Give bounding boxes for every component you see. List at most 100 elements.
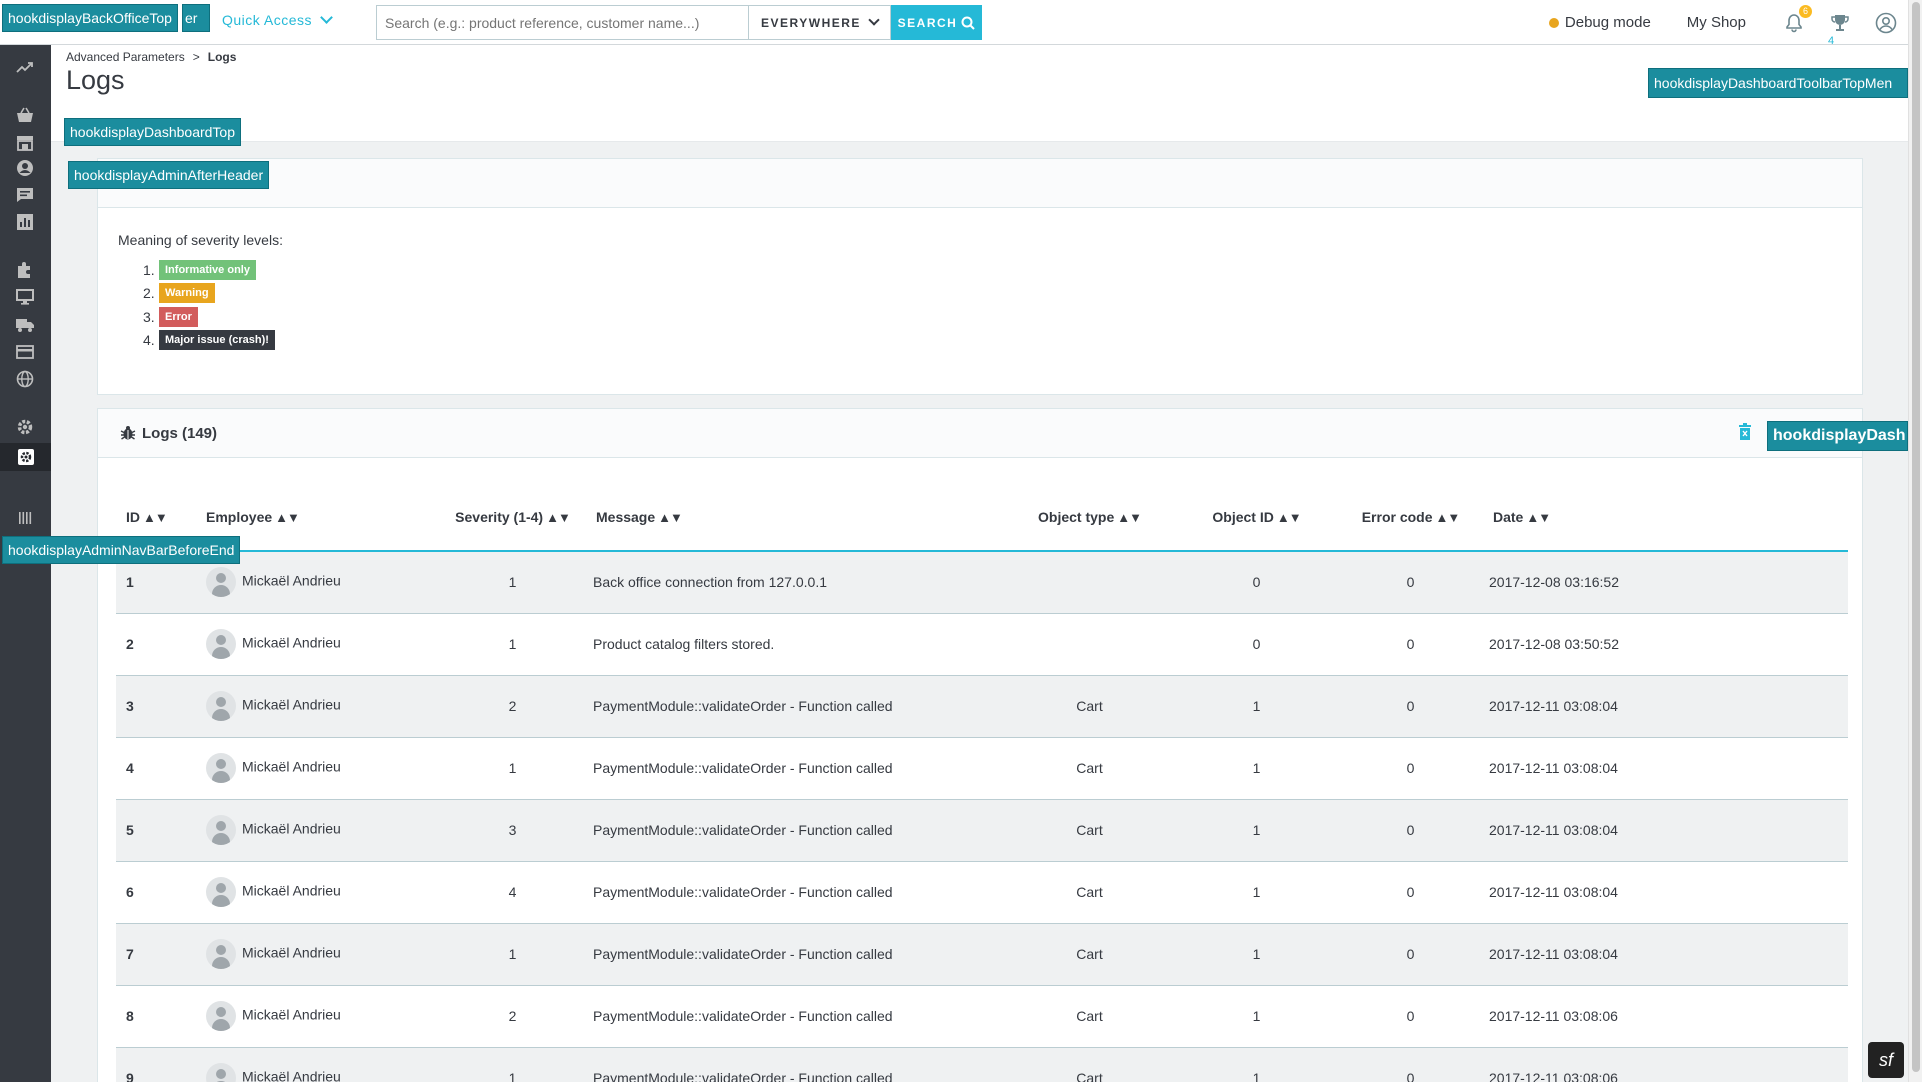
trophy-button[interactable]: 4	[1828, 11, 1852, 47]
object-type-value: Cart	[1076, 760, 1103, 776]
object-type-value: Cart	[1076, 1008, 1103, 1024]
object-id-value: 0	[1252, 636, 1261, 652]
cell-message: PaymentModule::validateOrder - Function …	[589, 985, 1004, 1048]
column-header-object-id[interactable]: Object ID ▲▼	[1175, 484, 1338, 552]
table-row[interactable]: 3 Mickaël Andrieu 2 PaymentModule::validate…	[116, 675, 1848, 738]
bug-icon	[120, 426, 136, 440]
object-type-value: Cart	[1076, 698, 1103, 714]
sort-arrows-icon[interactable]: ▲▼	[1526, 510, 1551, 525]
search-scope-select[interactable]: EVERYWHERE	[748, 5, 891, 40]
employee-value: Mickaël Andrieu	[242, 758, 341, 775]
search-scope-label: EVERYWHERE	[761, 15, 861, 30]
table-row[interactable]: 4 Mickaël Andrieu 1 PaymentModule::validate…	[116, 737, 1848, 800]
bug-icon	[1548, 17, 1559, 28]
sidebar-item-customers[interactable]	[15, 158, 35, 178]
cell-severity: 1	[436, 613, 589, 676]
table-row[interactable]: 6 Mickaël Andrieu 4 PaymentModule::validate…	[116, 861, 1848, 924]
sidebar-item-payment[interactable]	[15, 342, 35, 362]
sidebar-item-orders[interactable]	[15, 105, 35, 125]
avatar	[206, 691, 236, 721]
sort-arrows-icon[interactable]: ▲▼	[1436, 510, 1461, 525]
cell-employee: Mickaël Andrieu	[206, 1047, 436, 1082]
sidebar-item-stats[interactable]	[15, 212, 35, 232]
sidebar-item-modules[interactable]	[15, 260, 35, 280]
sidebar-item-dashboard[interactable]	[15, 57, 35, 77]
sidebar-item-advanced-parameters[interactable]	[0, 443, 51, 471]
table-row[interactable]: 5 Mickaël Andrieu 3 PaymentModule::validate…	[116, 799, 1848, 862]
page-scrollbar[interactable]	[1908, 0, 1922, 1082]
top-header: hookdisplayBackOfficeTop er Quick Access…	[0, 0, 1908, 47]
hook-dashboard-toolbar-top-menu: hookdisplayDashboardToolbarTopMen	[1648, 68, 1908, 98]
my-shop-link[interactable]: My Shop	[1687, 14, 1746, 31]
column-header-message[interactable]: Message ▲▼	[589, 484, 1004, 552]
search-button[interactable]: SEARCH	[891, 5, 982, 40]
cell-employee: Mickaël Andrieu	[206, 675, 436, 738]
breadcrumb-current: Logs	[207, 50, 237, 64]
cell-severity: 1	[436, 551, 589, 614]
date-value: 2017-12-11 03:08:04	[1489, 698, 1618, 714]
message-value: PaymentModule::validateOrder - Function …	[593, 760, 893, 776]
sort-arrows-icon[interactable]: ▲▼	[143, 510, 168, 525]
scrollbar-thumb[interactable]	[1912, 2, 1920, 1072]
cell-employee: Mickaël Andrieu	[206, 985, 436, 1048]
cell-date: 2017-12-11 03:08:04	[1483, 923, 1848, 986]
table-row[interactable]: 8 Mickaël Andrieu 2 PaymentModule::validate…	[116, 985, 1848, 1048]
message-value: PaymentModule::validateOrder - Function …	[593, 822, 893, 838]
cell-object-id: 1	[1175, 861, 1338, 924]
employee-menu-button[interactable]	[1874, 11, 1898, 35]
table-row[interactable]: 2 Mickaël Andrieu 1 Product catalog filters…	[116, 613, 1848, 676]
quick-access-dropdown[interactable]: Quick Access	[222, 11, 333, 28]
employee-value: Mickaël Andrieu	[242, 1068, 341, 1082]
sort-arrows-icon[interactable]: ▲▼	[546, 510, 571, 525]
cell-message: PaymentModule::validateOrder - Function …	[589, 1047, 1004, 1082]
cell-id: 2	[116, 613, 206, 676]
cell-object-type: Cart	[1004, 985, 1175, 1048]
gear-icon	[17, 419, 33, 435]
cell-severity: 2	[436, 675, 589, 738]
sidebar-item-catalog[interactable]	[15, 133, 35, 153]
table-row[interactable]: 7 Mickaël Andrieu 1 PaymentModule::validate…	[116, 923, 1848, 986]
breadcrumb-parent[interactable]: Advanced Parameters	[66, 50, 185, 64]
cell-error-code: 0	[1338, 613, 1483, 676]
table-row[interactable]: 1 Mickaël Andrieu 1 Back office connection …	[116, 551, 1848, 614]
sort-arrows-icon[interactable]: ▲▼	[1277, 510, 1302, 525]
sidebar-collapse-button[interactable]	[15, 508, 35, 528]
id-value: 8	[126, 1008, 134, 1024]
severity-badge-warning: Warning	[159, 283, 215, 304]
cell-id: 3	[116, 675, 206, 738]
search-input[interactable]	[376, 5, 748, 40]
cell-message: PaymentModule::validateOrder - Function …	[589, 861, 1004, 924]
trash-icon	[1739, 423, 1751, 440]
message-value: PaymentModule::validateOrder - Function …	[593, 1070, 893, 1082]
basket-icon	[17, 107, 33, 122]
symfony-toolbar-toggle[interactable]: sf	[1868, 1042, 1904, 1078]
sidebar-item-shop-parameters[interactable]	[15, 417, 35, 437]
column-header-severity[interactable]: Severity (1-4) ▲▼	[436, 484, 589, 552]
sidebar-item-international[interactable]	[15, 369, 35, 389]
cell-employee: Mickaël Andrieu	[206, 551, 436, 614]
sidebar-item-customer-service[interactable]	[15, 185, 35, 205]
column-header-error-code[interactable]: Error code ▲▼	[1338, 484, 1483, 552]
column-header-object-type[interactable]: Object type ▲▼	[1004, 484, 1175, 552]
notifications-button[interactable]: 6	[1782, 4, 1812, 35]
sidebar-item-shipping[interactable]	[15, 315, 35, 335]
message-value: PaymentModule::validateOrder - Function …	[593, 698, 893, 714]
column-header-employee[interactable]: Employee ▲▼	[206, 484, 436, 552]
table-row[interactable]: 9 Mickaël Andrieu 1 PaymentModule::validate…	[116, 1047, 1848, 1082]
sort-arrows-icon[interactable]: ▲▼	[658, 510, 683, 525]
severity-level-number: 4.	[143, 332, 155, 349]
error-code-value: 0	[1406, 1070, 1415, 1082]
quick-access-label: Quick Access	[222, 12, 313, 28]
column-header-date[interactable]: Date ▲▼	[1483, 484, 1848, 552]
cell-object-id: 1	[1175, 985, 1338, 1048]
sidebar-item-design[interactable]	[15, 287, 35, 307]
sort-arrows-icon[interactable]: ▲▼	[275, 510, 300, 525]
puzzle-icon	[18, 262, 30, 278]
sort-arrows-icon[interactable]: ▲▼	[1117, 510, 1142, 525]
delete-logs-button[interactable]	[1738, 423, 1752, 444]
debug-mode-indicator[interactable]: Debug mode	[1548, 14, 1651, 31]
cell-object-id: 1	[1175, 737, 1338, 800]
cell-employee: Mickaël Andrieu	[206, 799, 436, 862]
error-code-value: 0	[1406, 760, 1415, 776]
avatar	[206, 567, 236, 598]
